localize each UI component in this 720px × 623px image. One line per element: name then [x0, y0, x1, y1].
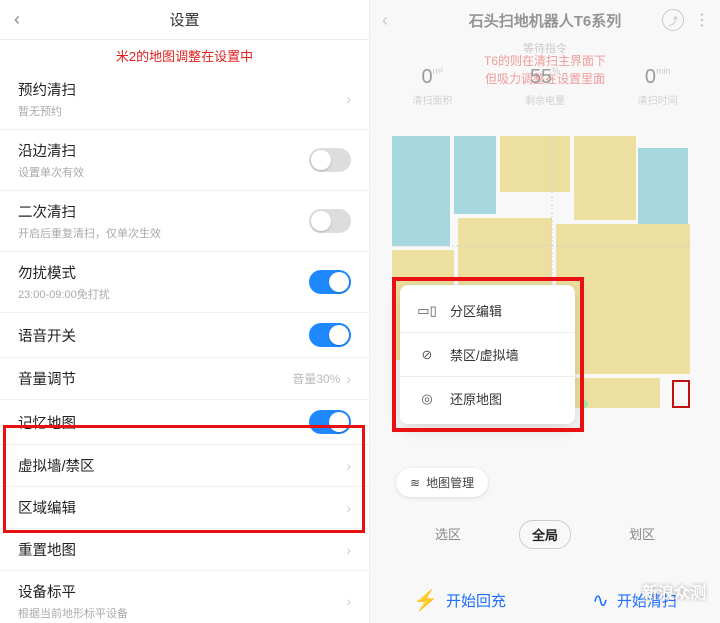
chevron-right-icon: › [346, 458, 351, 474]
setting-row-schedule[interactable]: 预约清扫暂无预约› [0, 69, 369, 130]
share-icon[interactable]: ⤴ [662, 9, 684, 31]
map-edit-popup: ▭▯ 分区编辑 ⊘ 禁区/虚拟墙 ◎ 还原地图 [400, 285, 575, 424]
chevron-right-icon: › [346, 500, 351, 516]
chevron-right-icon: › [346, 593, 351, 609]
grid-icon: ▭▯ [418, 303, 436, 319]
row-title: 记忆地图 [18, 412, 309, 433]
setting-row-reset-map[interactable]: 重置地图› [0, 529, 369, 571]
tab-select-zone[interactable]: 选区 [423, 520, 473, 549]
robot-header: ‹ 石头扫地机器人T6系列 ⤴ ⋮ [370, 0, 720, 40]
path-icon: ∿ [592, 588, 609, 613]
tab-draw-zone[interactable]: 划区 [617, 520, 667, 549]
row-subtitle: 设置单次有效 [18, 164, 309, 180]
row-title: 设备标平 [18, 581, 346, 602]
stat-area: 0m² 清扫面积 [412, 66, 452, 107]
row-title: 重置地图 [18, 539, 346, 560]
nogo-icon: ⊘ [418, 347, 436, 363]
row-title: 预约清扫 [18, 79, 346, 100]
toggle-edge[interactable] [309, 148, 351, 172]
left-annotation: 米2的地图调整在设置中 [0, 40, 369, 69]
row-subtitle: 暂无预约 [18, 103, 346, 119]
more-icon[interactable]: ⋮ [694, 10, 710, 30]
back-icon[interactable]: ‹ [14, 9, 20, 30]
mode-tabs: 选区 全局 划区 [370, 520, 720, 549]
toggle-dnd[interactable] [309, 270, 351, 294]
robot-title: 石头扫地机器人T6系列 [469, 10, 622, 31]
toggle-twice[interactable] [309, 209, 351, 233]
popup-restore[interactable]: ◎ 还原地图 [400, 376, 575, 420]
layers-icon: ≋ [410, 476, 420, 490]
map-manage-chip[interactable]: ≋ 地图管理 [396, 468, 488, 497]
settings-pane: ‹ 设置 米2的地图调整在设置中 预约清扫暂无预约›沿边清扫设置单次有效二次清扫… [0, 0, 370, 623]
popup-seg-edit[interactable]: ▭▯ 分区编辑 [400, 289, 575, 332]
watermark: 新浪众测 [642, 579, 706, 603]
settings-title: 设置 [0, 9, 369, 30]
setting-row-voice[interactable]: 语音开关 [0, 313, 369, 358]
setting-row-volume[interactable]: 音量调节音量30% › [0, 358, 369, 400]
recharge-button[interactable]: ⚡ 开始回充 [413, 588, 506, 613]
setting-row-zone-edit[interactable]: 区域编辑› [0, 487, 369, 529]
setting-row-calib[interactable]: 设备标平根据当前地形标平设备› [0, 571, 369, 623]
row-title: 音量调节 [18, 368, 292, 389]
chevron-right-icon: › [346, 91, 351, 107]
row-title: 沿边清扫 [18, 140, 309, 161]
setting-row-dnd[interactable]: 勿扰模式 23:00-09:00免打扰 [0, 252, 369, 313]
toggle-voice[interactable] [309, 323, 351, 347]
row-title: 二次清扫 [18, 201, 309, 222]
row-title: 勿扰模式 [18, 262, 309, 283]
stats-row: 0m² 清扫面积 55% 剩余电量 0min 清扫时间 [370, 56, 720, 121]
back-icon[interactable]: ‹ [382, 10, 388, 31]
setting-row-mem-map[interactable]: 记忆地图 [0, 400, 369, 445]
row-title: 语音开关 [18, 325, 309, 346]
bolt-icon: ⚡ [413, 588, 438, 613]
setting-row-twice[interactable]: 二次清扫开启后重复清扫，仅单次生效 [0, 191, 369, 252]
row-subtitle: 根据当前地形标平设备 [18, 605, 346, 621]
row-subtitle: 23:00-09:00免打扰 [18, 286, 309, 302]
row-title: 虚拟墙/禁区 [18, 455, 346, 476]
row-title: 区域编辑 [18, 497, 346, 518]
stat-time: 0min 清扫时间 [638, 66, 678, 107]
chevron-right-icon: › [346, 542, 351, 558]
map-marker-icon [672, 380, 690, 408]
tab-global[interactable]: 全局 [519, 520, 571, 549]
robot-main-pane: ‹ 石头扫地机器人T6系列 ⤴ ⋮ 等待指令 T6的则在清扫主界面下 但吸力调整… [370, 0, 720, 623]
row-subtitle: 开启后重复清扫，仅单次生效 [18, 225, 309, 241]
stat-battery: 55% 剩余电量 [525, 66, 565, 107]
toggle-mem-map[interactable] [309, 410, 351, 434]
settings-header: ‹ 设置 [0, 0, 369, 40]
popup-nogo[interactable]: ⊘ 禁区/虚拟墙 [400, 332, 575, 376]
pin-icon: ◎ [418, 391, 436, 407]
row-aux-text: 音量30% [292, 370, 340, 387]
chevron-right-icon: › [346, 371, 351, 387]
setting-row-edge[interactable]: 沿边清扫设置单次有效 [0, 130, 369, 191]
setting-row-vwall[interactable]: 虚拟墙/禁区› [0, 445, 369, 487]
